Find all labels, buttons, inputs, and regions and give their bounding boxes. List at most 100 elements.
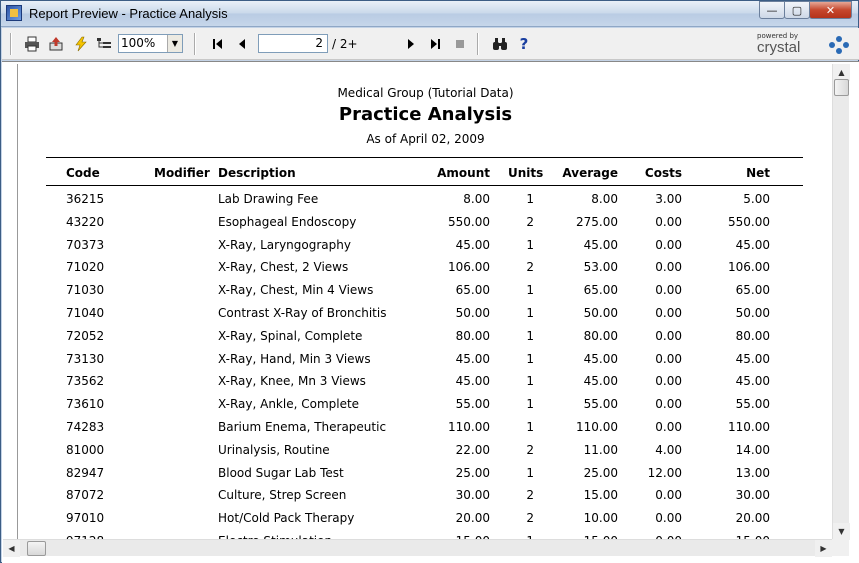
- toolbar-separator: [194, 33, 196, 55]
- cell-description: Esophageal Endoscopy: [218, 214, 357, 229]
- cell-amount: 65.00: [455, 283, 490, 298]
- page-number-input[interactable]: 2: [258, 34, 328, 53]
- cell-costs: 0.00: [655, 214, 682, 229]
- export-icon[interactable]: [47, 35, 65, 53]
- cell-costs: 0.00: [655, 511, 682, 526]
- window-title: Report Preview - Practice Analysis: [29, 6, 228, 21]
- cell-description: Culture, Strep Screen: [218, 488, 347, 503]
- cell-description: X-Ray, Chest, Min 4 Views: [218, 283, 374, 298]
- cell-code: 70373: [66, 237, 105, 252]
- toolbar-separator: [477, 33, 479, 55]
- cell-net: 50.00: [735, 306, 770, 320]
- toolbar: 100% ▼ 2 / 2+ ? powered by crystal: [2, 28, 859, 60]
- cell-description: Urinalysis, Routine: [218, 442, 330, 457]
- cell-amount: 110.00: [448, 420, 490, 434]
- scroll-left-icon[interactable]: ◀: [3, 540, 20, 557]
- cell-costs: 0.00: [655, 260, 682, 275]
- next-page-icon[interactable]: [402, 35, 420, 53]
- cell-description: Hot/Cold Pack Therapy: [218, 511, 355, 526]
- cell-code: 71030: [66, 283, 105, 298]
- window-controls: — ▢ ✕: [759, 1, 852, 19]
- cell-description: X-Ray, Knee, Mn 3 Views: [218, 374, 366, 389]
- cell-code: 87072: [66, 488, 105, 503]
- cell-code: 36215: [66, 192, 105, 206]
- cell-code: 71020: [66, 260, 105, 275]
- table-row: 82947 Blood Sugar Lab Test 25.00 1 25.00 12.0…: [18, 466, 832, 489]
- cell-net: 65.00: [735, 283, 770, 298]
- table-row: 70373 X-Ray, Laryngography 45.00 1 45.00 0.00…: [18, 238, 832, 261]
- cell-costs: 0.00: [655, 488, 682, 503]
- minimize-button[interactable]: —: [759, 1, 785, 19]
- cell-net: 45.00: [735, 374, 770, 389]
- cell-costs: 0.00: [655, 420, 682, 434]
- zoom-select[interactable]: 100% ▼: [118, 34, 183, 53]
- maximize-button[interactable]: ▢: [784, 1, 810, 19]
- table-row: 72052 X-Ray, Spinal, Complete 80.00 1 80.00 0…: [18, 329, 832, 352]
- title-bar[interactable]: Report Preview - Practice Analysis — ▢ ✕: [1, 1, 858, 27]
- column-header-code: Code: [66, 166, 100, 180]
- cell-amount: 106.00: [448, 260, 490, 275]
- vertical-scrollbar[interactable]: ▲ ▼: [832, 64, 850, 540]
- chevron-down-icon[interactable]: ▼: [167, 35, 182, 52]
- cell-net: 30.00: [735, 488, 770, 503]
- cell-net: 80.00: [735, 328, 770, 343]
- horizontal-scroll-thumb[interactable]: [27, 541, 46, 556]
- prev-page-icon[interactable]: [233, 35, 251, 53]
- cell-net: 106.00: [728, 260, 770, 275]
- cell-net: 13.00: [735, 465, 770, 480]
- scrollbar-corner: [832, 539, 849, 556]
- table-row: 73130 X-Ray, Hand, Min 3 Views 45.00 1 45.00…: [18, 352, 832, 375]
- report-preview-window: Report Preview - Practice Analysis — ▢ ✕…: [0, 0, 859, 563]
- report-date: As of April 02, 2009: [366, 132, 485, 146]
- print-icon[interactable]: [23, 35, 41, 53]
- cell-net: 45.00: [735, 237, 770, 252]
- header-top-rule: [46, 157, 803, 158]
- horizontal-scrollbar[interactable]: ◀ ▶: [3, 539, 832, 557]
- cell-net: 5.00: [743, 192, 770, 206]
- table-row: 74283 Barium Enema, Therapeutic 110.00 1 110…: [18, 420, 832, 443]
- crystal-logo: powered by crystal: [757, 32, 849, 56]
- column-header-modifier: Modifier: [154, 166, 210, 180]
- column-header-costs: Costs: [644, 166, 682, 180]
- cell-net: 550.00: [728, 214, 770, 229]
- report-page: Medical Group (Tutorial Data) Practice A…: [17, 64, 832, 540]
- last-page-icon[interactable]: [426, 35, 444, 53]
- cell-amount: 80.00: [455, 328, 490, 343]
- cell-amount: 20.00: [455, 511, 490, 526]
- cell-code: 81000: [66, 442, 105, 457]
- help-icon[interactable]: ?: [515, 35, 533, 53]
- cell-amount: 22.00: [455, 442, 490, 457]
- table-row: 36215 Lab Drawing Fee 8.00 1 8.00 3.00 5.00: [18, 192, 832, 215]
- cell-amount: 8.00: [463, 192, 490, 206]
- cell-costs: 0.00: [655, 306, 682, 320]
- cell-amount: 550.00: [448, 214, 490, 229]
- cell-description: Lab Drawing Fee: [218, 192, 319, 206]
- cell-amount: 45.00: [455, 237, 490, 252]
- binoculars-icon[interactable]: [491, 35, 509, 53]
- table-row: 73562 X-Ray, Knee, Mn 3 Views 45.00 1 45.00 0…: [18, 374, 832, 397]
- app-icon: [6, 5, 22, 21]
- cell-costs: 0.00: [655, 397, 682, 412]
- group-tree-icon[interactable]: [95, 35, 113, 53]
- report-viewer: Medical Group (Tutorial Data) Practice A…: [2, 61, 859, 563]
- scroll-right-icon[interactable]: ▶: [815, 540, 832, 557]
- cell-description: X-Ray, Hand, Min 3 Views: [218, 351, 371, 366]
- refresh-icon[interactable]: [72, 35, 90, 53]
- table-row: 43220 Esophageal Endoscopy 550.00 2 275.00 0.…: [18, 215, 832, 238]
- cell-net: 55.00: [735, 397, 770, 412]
- first-page-icon[interactable]: [209, 35, 227, 53]
- close-button[interactable]: ✕: [809, 1, 852, 19]
- cell-costs: 0.00: [655, 374, 682, 389]
- table-row: 81000 Urinalysis, Routine 22.00 2 11.00 4.00 1…: [18, 443, 832, 466]
- cell-amount: 45.00: [455, 351, 490, 366]
- page-count: / 2+: [332, 37, 358, 51]
- logo-dots-icon: [829, 36, 849, 54]
- cell-code: 72052: [66, 328, 105, 343]
- vertical-scroll-thumb[interactable]: [834, 79, 849, 96]
- stop-icon[interactable]: [451, 35, 469, 53]
- scroll-down-icon[interactable]: ▼: [833, 523, 850, 540]
- cell-description: X-Ray, Ankle, Complete: [218, 397, 360, 412]
- table-row: 71030 X-Ray, Chest, Min 4 Views 65.00 1 65.0…: [18, 283, 832, 306]
- cell-net: 20.00: [735, 511, 770, 526]
- cell-amount: 30.00: [455, 488, 490, 503]
